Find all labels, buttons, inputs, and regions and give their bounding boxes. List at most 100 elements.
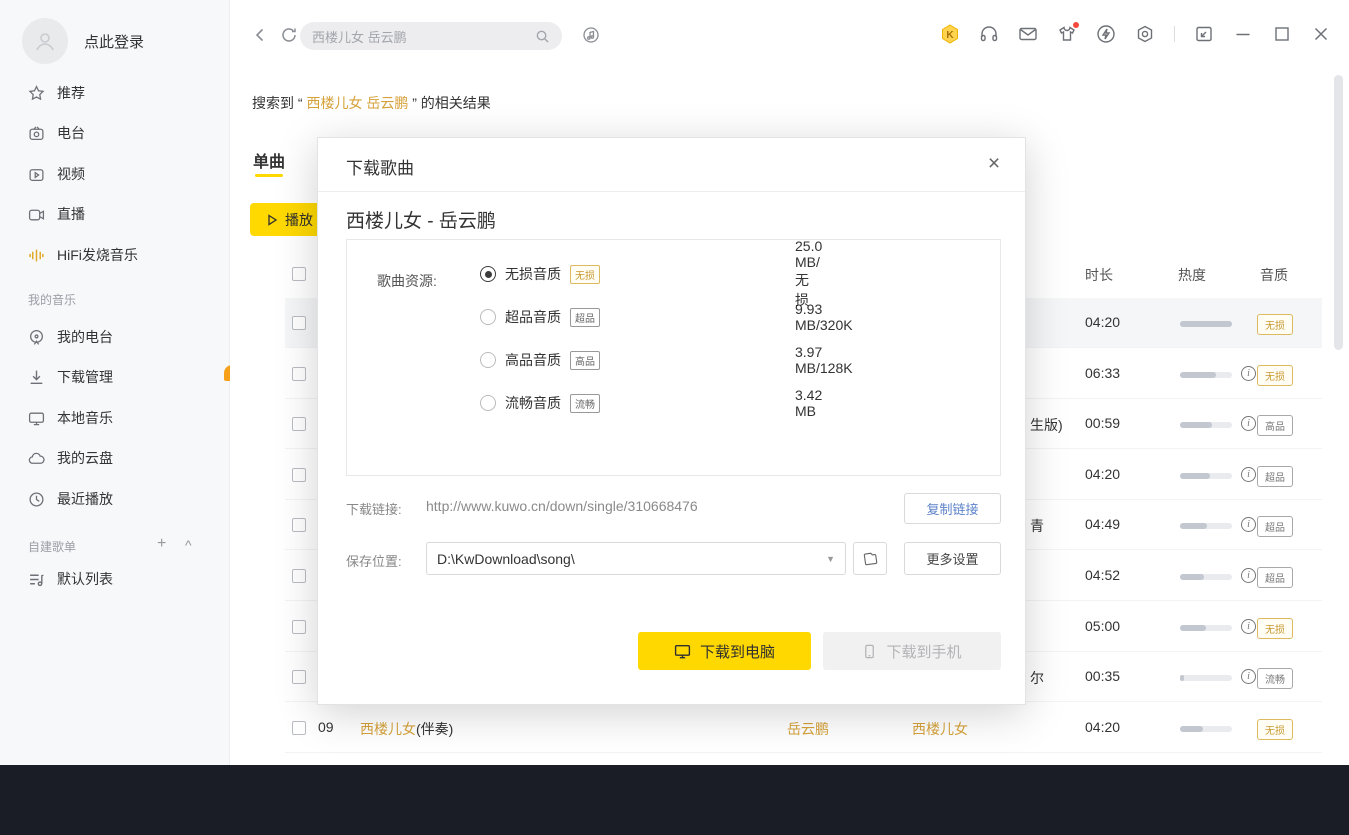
maximize-icon[interactable] [1272, 24, 1292, 44]
search-result-summary: 搜索到 “ 西楼儿女 岳云鹏 ” 的相关结果 [252, 93, 491, 113]
quality-badge: 超品 [1257, 516, 1293, 538]
row-checkbox[interactable] [292, 720, 306, 735]
table-row[interactable]: 09 西楼儿女(伴奏) 岳云鹏 西楼儿女 04:20 无损 [285, 703, 1322, 753]
play-all-label: 播放 [285, 211, 313, 228]
music-recognition-icon[interactable] [582, 26, 600, 44]
quality-option-smooth[interactable]: 流畅音质 流畅 3.42 MB [480, 387, 822, 419]
quality-badge: 无损 [570, 264, 600, 284]
info-icon[interactable]: i [1241, 618, 1256, 634]
row-checkbox[interactable] [292, 467, 306, 482]
save-path-select[interactable]: D:\KwDownload\song\ ▼ [426, 542, 846, 575]
row-checkbox[interactable] [292, 316, 306, 330]
result-query: 西楼儿女 岳云鹏 [306, 95, 409, 111]
heat-bar [1180, 371, 1232, 378]
info-icon[interactable]: i [1241, 466, 1256, 482]
mini-mode-icon[interactable] [1194, 24, 1214, 44]
quality-option-super[interactable]: 超品音质 超品 9.93 MB/320K [480, 301, 853, 333]
charge-icon[interactable] [1096, 24, 1116, 44]
sidebar-item-radio[interactable]: 电台 [28, 123, 208, 143]
radio-icon[interactable] [480, 309, 496, 325]
add-playlist-icon[interactable]: + [157, 535, 166, 553]
sidebar: 点此登录 推荐 电台 视频 直播 HiFi发烧音乐 我的音乐 我的电台 下载管理… [0, 0, 240, 765]
info-icon[interactable]: i [1241, 568, 1256, 583]
search-icon[interactable] [535, 29, 550, 44]
song-title[interactable]: 西楼儿女(伴奏) [360, 719, 453, 739]
heat-bar [1180, 624, 1232, 631]
info-icon[interactable]: i [1241, 669, 1256, 685]
heat-bar [1180, 321, 1232, 327]
row-checkbox[interactable] [292, 670, 306, 685]
computer-icon [674, 644, 691, 658]
star-icon [28, 84, 45, 102]
song-duration: 04:20 [1085, 465, 1121, 482]
login-label[interactable]: 点此登录 [84, 31, 144, 52]
settings-icon[interactable] [1135, 24, 1155, 44]
minimize-icon[interactable] [1233, 24, 1253, 44]
radio-icon[interactable] [480, 395, 496, 411]
sidebar-item-my-radio[interactable]: 我的电台 [28, 327, 208, 347]
refresh-icon[interactable] [280, 26, 298, 44]
mail-icon[interactable] [1018, 24, 1038, 44]
download-to-phone-button[interactable]: 下载到手机 [823, 632, 1001, 670]
sidebar-item-label: 直播 [57, 206, 85, 222]
vip-k-icon[interactable]: K [940, 24, 960, 44]
monitor-icon [28, 410, 45, 427]
sidebar-item-video[interactable]: 视频 [28, 164, 208, 184]
download-dialog: 下载歌曲 × 西楼儿女 - 岳云鹏 歌曲资源: 无损音质 无损 25.0 MB/… [317, 137, 1026, 705]
option-label: 无损音质 [505, 266, 561, 282]
search-box[interactable] [300, 22, 562, 50]
quality-option-high[interactable]: 高品音质 高品 3.97 MB/128K [480, 344, 853, 376]
sidebar-item-cloud-disk[interactable]: 我的云盘 [28, 448, 208, 468]
song-album[interactable]: 西楼儿女 [912, 719, 968, 739]
radio-selected-icon[interactable] [480, 266, 496, 282]
sidebar-item-live[interactable]: 直播 [28, 204, 208, 224]
quality-badge: 高品 [570, 350, 600, 370]
search-input[interactable] [312, 28, 535, 44]
sidebar-item-recent-play[interactable]: 最近播放 [28, 489, 208, 509]
sidebar-item-recommend[interactable]: 推荐 [28, 83, 208, 103]
avatar[interactable] [22, 18, 68, 64]
result-prefix: 搜索到 “ [252, 95, 307, 111]
collapse-playlists-icon[interactable]: ^ [185, 537, 192, 553]
headphones-icon[interactable] [979, 24, 999, 44]
more-settings-button[interactable]: 更多设置 [904, 542, 1001, 575]
info-icon[interactable]: i [1241, 517, 1256, 533]
tab-single-song[interactable]: 单曲 [253, 148, 285, 172]
quality-badge: 高品 [1257, 415, 1293, 437]
row-checkbox[interactable] [292, 619, 306, 634]
quality-badge: 超品 [1257, 465, 1293, 487]
download-to-phone-label: 下载到手机 [886, 643, 962, 661]
quality-badge: 无损 [1257, 718, 1293, 740]
browse-folder-button[interactable] [853, 542, 887, 575]
skin-shirt-icon[interactable] [1057, 22, 1079, 44]
back-icon[interactable] [251, 26, 269, 44]
heat-bar [1180, 523, 1232, 530]
download-to-pc-button[interactable]: 下载到电脑 [638, 632, 811, 670]
sidebar-item-default-playlist[interactable]: 默认列表 [28, 569, 208, 589]
quality-option-lossless[interactable]: 无损音质 无损 25.0 MB/无损 [480, 238, 822, 308]
vertical-scrollbar[interactable] [1334, 75, 1343, 350]
dialog-close-icon[interactable]: × [981, 151, 1007, 177]
row-checkbox[interactable] [292, 569, 306, 583]
row-checkbox[interactable] [292, 366, 306, 381]
row-checkbox[interactable] [292, 417, 306, 432]
row-index: 09 [318, 718, 334, 735]
copy-link-button[interactable]: 复制链接 [904, 493, 1001, 524]
option-size: 9.93 MB/320K [795, 301, 853, 333]
quality-badge: 流畅 [1257, 668, 1293, 690]
sidebar-item-download-manager[interactable]: 下载管理 1 [28, 365, 240, 387]
row-checkbox[interactable] [292, 518, 306, 533]
song-duration: 04:49 [1085, 516, 1121, 533]
song-artist[interactable]: 岳云鹏 [787, 719, 829, 739]
sidebar-item-local-music[interactable]: 本地音乐 [28, 408, 208, 428]
select-all-checkbox[interactable] [292, 267, 306, 281]
folder-icon [863, 552, 877, 566]
info-icon[interactable]: i [1241, 416, 1256, 432]
info-icon[interactable]: i [1241, 365, 1256, 381]
close-icon[interactable] [1311, 24, 1331, 44]
quality-badge: 流畅 [570, 393, 600, 413]
radio-icon[interactable] [480, 352, 496, 368]
sidebar-item-hifi[interactable]: HiFi发烧音乐 [28, 245, 208, 265]
login-button[interactable]: 点此登录 [22, 18, 144, 64]
song-duration: 05:00 [1085, 617, 1121, 634]
